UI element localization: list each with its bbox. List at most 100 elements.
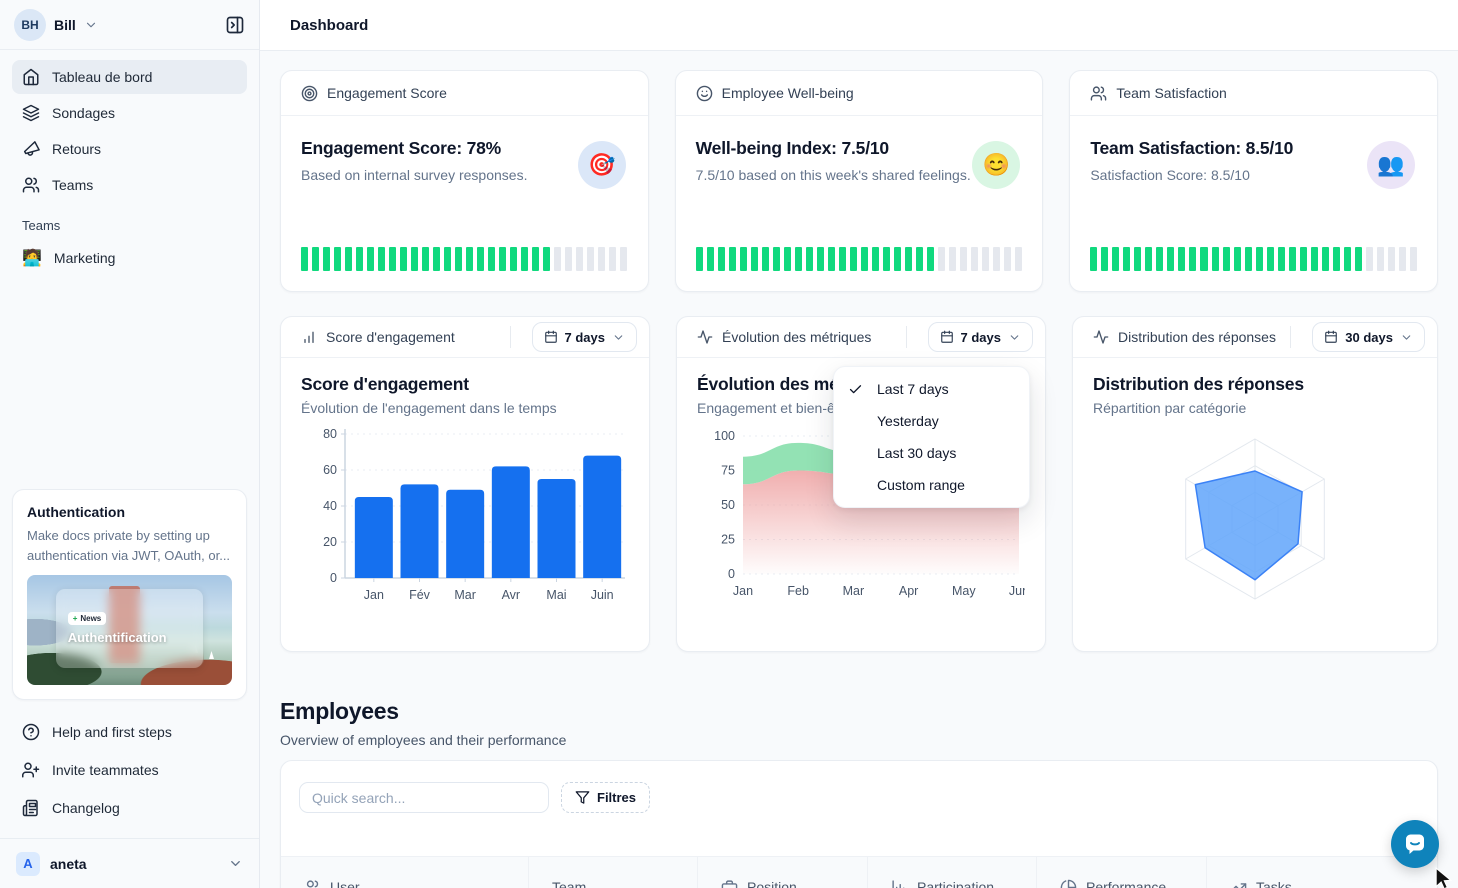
progress-segment (971, 247, 978, 271)
footer-item-label: Invite teammates (52, 762, 159, 778)
progress-segment (839, 247, 846, 271)
progress-segment (378, 247, 385, 271)
progress-segment (861, 247, 868, 271)
progress-segment (817, 247, 824, 271)
menu-item-last-30-days[interactable]: Last 30 days (834, 437, 1029, 469)
progress-segment (1377, 247, 1384, 271)
progress-segment (411, 247, 418, 271)
stat-card-label: Employee Well-being (722, 85, 854, 101)
search-input[interactable] (299, 782, 549, 813)
column-label: Performance (1086, 879, 1166, 888)
changelog-icon (22, 799, 40, 817)
stat-card-header: Engagement Score (281, 71, 648, 116)
progress-segment (521, 247, 528, 271)
chart-card-label: Évolution des métriques (722, 329, 871, 345)
range-selector-button[interactable]: 7 days (532, 322, 637, 352)
chart-card-header: Score d'engagement 7 days (281, 317, 649, 358)
progress-segment (1256, 247, 1263, 271)
column-label: Participation (917, 879, 994, 888)
progress-segment (1267, 247, 1274, 271)
sidebar-team-marketing[interactable]: 🧑‍💻 Marketing (0, 239, 259, 277)
target-emoji-badge: 🎯 (578, 141, 626, 189)
help-icon (22, 723, 40, 741)
menu-item-custom-range[interactable]: Custom range (834, 469, 1029, 501)
divider (1290, 326, 1291, 348)
workspace-switcher[interactable]: BH Bill (0, 0, 259, 50)
calendar-icon (544, 330, 558, 344)
sidebar-item-teams[interactable]: Teams (12, 168, 247, 202)
progress-segment (1090, 247, 1097, 271)
menu-item-yesterday[interactable]: Yesterday (834, 405, 1029, 437)
progress-segment (1234, 247, 1241, 271)
chart-title: Score d'engagement (301, 374, 629, 395)
sidebar-footer-nav: Help and first steps Invite teammates Ch… (0, 708, 259, 838)
account-name: aneta (50, 856, 87, 872)
progress-segment (1178, 247, 1185, 271)
range-selector-button[interactable]: 7 days (928, 322, 1033, 352)
home-icon (22, 68, 40, 86)
column-label: Tasks (1256, 879, 1292, 888)
promo-image: +News Authentification (27, 575, 232, 685)
progress-segment (389, 247, 396, 271)
employees-toolbar: Filtres (281, 761, 1437, 813)
dashboard-content: Engagement Score Engagement Score: 78% B… (260, 51, 1458, 888)
footer-item-label: Changelog (52, 800, 120, 816)
progress-segment (1200, 247, 1207, 271)
progress-segment (762, 247, 769, 271)
svg-text:Feb: Feb (787, 584, 809, 598)
megaphone-icon (22, 140, 40, 158)
progress-segment (477, 247, 484, 271)
sidebar-item-help[interactable]: Help and first steps (12, 714, 247, 750)
menu-item-label: Yesterday (877, 413, 939, 429)
engagement-progress-bar (301, 247, 628, 271)
sidebar-collapse-button[interactable] (225, 15, 245, 35)
filters-label: Filtres (597, 790, 636, 805)
chart-card-response-distribution: Distribution des réponses 30 days Distri… (1072, 316, 1438, 652)
column-header-participation[interactable]: Participation (868, 857, 1037, 888)
progress-segment (620, 247, 627, 271)
team-label: Marketing (54, 250, 115, 266)
stat-card-label: Team Satisfaction (1116, 85, 1227, 101)
column-header-user[interactable]: User (281, 857, 529, 888)
chart-card-label: Score d'engagement (326, 329, 455, 345)
column-label: Team (552, 879, 586, 888)
chart-card-engagement-score: Score d'engagement 7 days Score d'engage… (280, 316, 650, 652)
progress-segment (993, 247, 1000, 271)
sidebar-item-feedback[interactable]: Retours (12, 132, 247, 166)
progress-segment (345, 247, 352, 271)
progress-segment (1015, 247, 1022, 271)
progress-segment (609, 247, 616, 271)
progress-segment (565, 247, 572, 271)
menu-item-last-7-days[interactable]: Last 7 days (834, 373, 1029, 405)
sidebar-item-changelog[interactable]: Changelog (12, 790, 247, 826)
progress-segment (1344, 247, 1351, 271)
promo-card-authentication[interactable]: Authentication Make docs private by sett… (12, 489, 247, 700)
filters-button[interactable]: Filtres (561, 782, 650, 813)
progress-segment (1410, 247, 1417, 271)
bar-chart-icon (301, 329, 317, 345)
svg-text:Mar: Mar (454, 588, 476, 602)
chart-card-header: Évolution des métriques 7 days (677, 317, 1045, 358)
sidebar-item-surveys[interactable]: Sondages (12, 96, 247, 130)
svg-text:50: 50 (721, 498, 735, 512)
chevron-down-icon (228, 856, 243, 871)
range-selector-button[interactable]: 30 days (1312, 322, 1425, 352)
column-header-position[interactable]: Position (698, 857, 868, 888)
sidebar-item-invite[interactable]: Invite teammates (12, 752, 247, 788)
target-icon (301, 85, 318, 102)
sidebar-item-label: Retours (52, 141, 101, 157)
progress-segment (466, 247, 473, 271)
account-switcher[interactable]: A aneta (0, 838, 259, 888)
sidebar-item-dashboard[interactable]: Tableau de bord (12, 60, 247, 94)
svg-text:75: 75 (721, 464, 735, 478)
chat-launcher-button[interactable] (1391, 820, 1439, 868)
progress-segment (1322, 247, 1329, 271)
progress-segment (532, 247, 539, 271)
column-header-performance[interactable]: Performance (1037, 857, 1207, 888)
column-header-team[interactable]: Team (529, 857, 698, 888)
progress-segment (312, 247, 319, 271)
progress-segment (751, 247, 758, 271)
calendar-icon (940, 330, 954, 344)
filter-icon (575, 790, 590, 805)
svg-text:Mar: Mar (843, 584, 865, 598)
